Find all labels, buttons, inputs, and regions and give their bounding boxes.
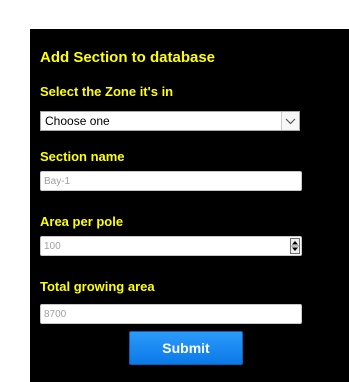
- section-name-label: Section name: [40, 149, 125, 164]
- zone-label: Select the Zone it's in: [40, 84, 174, 99]
- form-title: Add Section to database: [40, 49, 216, 66]
- chevron-down-icon: [281, 112, 299, 130]
- zone-select-value: Choose one: [45, 114, 110, 128]
- section-name-input[interactable]: [40, 171, 302, 191]
- area-per-pole-field: [40, 236, 302, 256]
- total-growing-area-label: Total growing area: [40, 279, 155, 294]
- area-per-pole-input[interactable]: [40, 236, 302, 256]
- area-per-pole-label: Area per pole: [40, 214, 124, 229]
- total-growing-area-input[interactable]: [40, 304, 302, 324]
- zone-select[interactable]: Choose one: [40, 111, 300, 131]
- add-section-form: Add Section to database Select the Zone …: [30, 29, 349, 382]
- spinner-arrows-icon[interactable]: [290, 238, 300, 254]
- submit-button[interactable]: Submit: [129, 331, 243, 365]
